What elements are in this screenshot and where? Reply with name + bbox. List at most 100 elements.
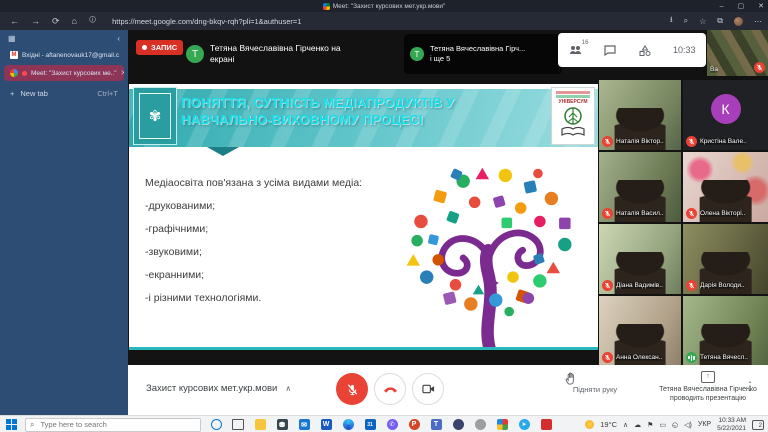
mic-muted-icon	[686, 136, 697, 147]
task-view-icon[interactable]	[231, 418, 245, 432]
browser-menu-icon[interactable]: ⋯	[754, 17, 762, 26]
tab-actions-icon[interactable]: ▦	[8, 34, 16, 43]
forward-icon[interactable]: →	[31, 16, 40, 27]
file-explorer-icon[interactable]	[253, 418, 267, 432]
collections-icon[interactable]: ⧉	[717, 16, 723, 26]
minimize-button[interactable]: –	[720, 3, 724, 10]
participant-name: Тетяна Вячесл..	[700, 354, 748, 361]
edge-icon[interactable]	[341, 418, 355, 432]
favorites-icon[interactable]: ☆	[699, 17, 706, 26]
start-button[interactable]	[6, 419, 17, 430]
teams-icon[interactable]: T	[429, 418, 443, 432]
more-options-icon[interactable]: ⋮	[744, 379, 756, 393]
download-icon[interactable]: ⭳	[670, 14, 673, 28]
windows-taskbar: ⌕ ⛃ ✉ W 31 ✆ P T ➤ 19°C ∧ ☁ ⚑ ▭ ◵ ◁) УКР	[0, 415, 768, 432]
restore-button[interactable]: ▢	[738, 2, 745, 10]
participant-name: Ва	[710, 66, 718, 73]
window-title: Меet: "Захист курсових мет.укр.мови"	[332, 2, 446, 10]
tray-flag-icon[interactable]: ⚑	[647, 421, 653, 429]
profile-avatar[interactable]	[734, 16, 743, 26]
action-center-icon[interactable]: 2	[752, 419, 764, 430]
recording-badge: ЗАПИС	[136, 40, 184, 55]
others-line2: і ще 5	[430, 54, 451, 63]
participants-icon[interactable]: 16	[568, 40, 588, 56]
tab-meet-active[interactable]: Meet: "Захист курсових ме.." ✕	[4, 65, 124, 81]
powerpoint-icon[interactable]: P	[407, 418, 421, 432]
mic-muted-icon	[602, 280, 613, 291]
hidden-icons-chevron[interactable]: ∧	[623, 421, 628, 429]
participant-tile[interactable]: К Кристіна Вале..	[683, 80, 768, 150]
telegram-icon[interactable]: ➤	[517, 418, 531, 432]
photo-app-icon[interactable]	[473, 418, 487, 432]
close-tab-icon[interactable]: ✕	[123, 51, 124, 59]
weather-sun-icon[interactable]	[585, 420, 595, 429]
language-indicator[interactable]: УКР	[698, 421, 711, 428]
notification-count: 2	[758, 422, 762, 429]
collapse-pane-icon[interactable]: ‹	[117, 34, 120, 43]
media-tree-graphic	[390, 162, 590, 350]
search-input[interactable]	[38, 419, 183, 430]
participant-tile[interactable]: Олена Вікторі..	[683, 152, 768, 222]
hang-up-button[interactable]	[374, 373, 406, 405]
university-emblem-left: ✾	[133, 87, 177, 145]
mic-toggle-button[interactable]	[336, 373, 368, 405]
address-bar[interactable]: https://meet.google.com/dng-bkqv-rqh?pli…	[112, 17, 301, 26]
weather-temp[interactable]: 19°C	[600, 420, 617, 429]
mail-icon[interactable]: ✉	[297, 418, 311, 432]
participant-tile[interactable]: Анна Олексан..	[599, 296, 681, 366]
refresh-icon[interactable]: ⟳	[52, 16, 60, 27]
logo-text-line	[556, 95, 590, 98]
others-tile[interactable]: Т Тетяна Вячеславівна Гірч... і ще 5	[404, 34, 562, 74]
activities-icon[interactable]	[638, 44, 652, 56]
search-page-icon[interactable]: ⌕	[684, 16, 688, 26]
participant-tile[interactable]: Тетяна Вячесл..	[683, 296, 768, 366]
search-icon: ⌕	[30, 419, 35, 429]
record-dot-icon	[142, 45, 147, 50]
tab-gmail[interactable]: M Вхідні - aftanenovauk17@gmail.c ✕	[4, 47, 124, 63]
meet-header: ЗАПИС Т Тетяна Вячеславівна Гірченко на …	[128, 30, 768, 80]
word-icon[interactable]: W	[319, 418, 333, 432]
meeting-name: Захист курсових мет.укр.мови	[146, 383, 278, 394]
new-tab-button[interactable]: + New tab Ctrl+T	[0, 83, 128, 104]
site-info-icon[interactable]: 🛈	[89, 16, 96, 27]
cortana-icon[interactable]	[209, 418, 223, 432]
taskbar-search[interactable]: ⌕	[25, 417, 201, 432]
presenter-screen-tile[interactable]: Т Тетяна Вячеславівна Гірченко на екрані	[186, 34, 396, 74]
participant-tile[interactable]: Діана Вадимів..	[599, 224, 681, 294]
close-button[interactable]: ✕	[758, 2, 764, 10]
viber-icon[interactable]: ✆	[385, 418, 399, 432]
raise-hand-button[interactable]: Підняти руку	[565, 372, 625, 394]
red-app-icon[interactable]	[539, 418, 553, 432]
meet-clock: 10:33	[673, 45, 696, 55]
browser-titlebar: Меet: "Захист курсових мет.укр.мови"	[0, 0, 768, 12]
volume-icon[interactable]: ◁)	[684, 421, 692, 429]
time: 10:33 AM	[718, 417, 746, 424]
network-icon[interactable]: ◵	[672, 421, 678, 429]
participant-tile[interactable]: Дарія Володи..	[683, 224, 768, 294]
taskbar-clock[interactable]: 10:33 AM 5/22/2021	[717, 417, 746, 432]
participant-tile[interactable]: Ва	[707, 30, 768, 76]
slide-title: ПОНЯТТЯ, СУТНІСТЬ МЕДІАПРОДУКТІВ У НАВЧА…	[181, 94, 541, 128]
participant-name: Кристіна Вале..	[700, 138, 747, 145]
back-icon[interactable]: ←	[10, 16, 19, 27]
browser-toolbar: ← → ⟳ ⌂ 🛈 https://meet.google.com/dng-bk…	[0, 12, 768, 30]
pinwheel-app-icon[interactable]	[495, 418, 509, 432]
meet-info-bar: 16 10:33	[558, 33, 706, 67]
chat-icon[interactable]	[603, 44, 617, 56]
participant-tile[interactable]: Наталія Васил..	[599, 152, 681, 222]
camera-toggle-button[interactable]	[412, 373, 444, 405]
slide-title-line2: НАВЧАЛЬНО-ВИХОВНОМУ ПРОЦЕСІ	[181, 112, 423, 127]
presenter-label: Тетяна Вячеславівна Гірченко на екрані	[210, 43, 341, 65]
tray-display-icon[interactable]: ▭	[659, 421, 666, 429]
others-line1: Тетяна Вячеславівна Гірч...	[430, 44, 526, 53]
store-icon[interactable]: ⛃	[275, 418, 289, 432]
close-tab-icon[interactable]: ✕	[121, 69, 124, 77]
home-icon[interactable]: ⌂	[72, 16, 77, 27]
speaking-indicator-icon	[686, 352, 697, 363]
onedrive-cloud-icon[interactable]: ☁	[634, 421, 641, 429]
participant-tile[interactable]: Наталія Віктор..	[599, 80, 681, 150]
meeting-details-chevron-icon[interactable]: ∧	[285, 384, 291, 393]
calendar-app-icon[interactable]: 31	[363, 418, 377, 432]
mic-muted-icon	[602, 136, 613, 147]
discord-icon[interactable]	[451, 418, 465, 432]
